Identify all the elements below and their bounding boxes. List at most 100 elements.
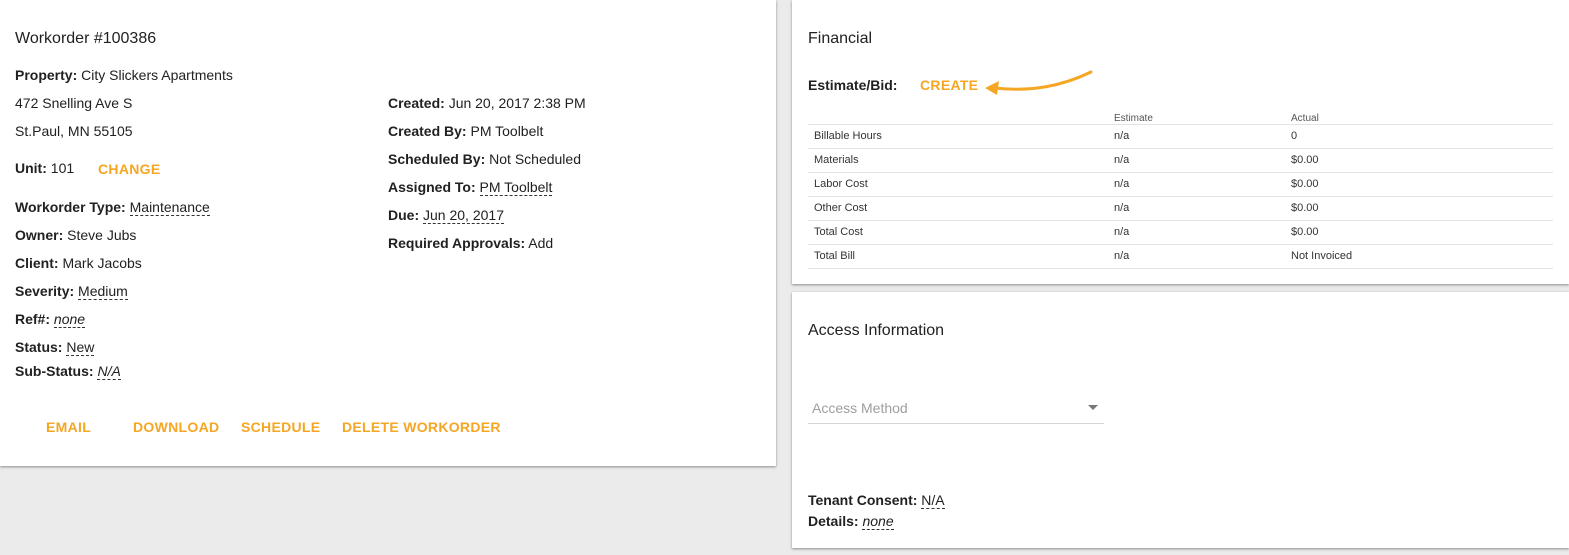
type-value[interactable]: Maintenance — [129, 199, 210, 216]
table-row: Billable Hours n/a 0 — [808, 124, 1553, 149]
access-card: Access Information Access Method Tenant … — [792, 292, 1569, 548]
row-actual: 0 — [1285, 124, 1553, 149]
access-method-select[interactable]: Access Method — [808, 392, 1104, 424]
row-estimate: n/a — [1108, 148, 1285, 173]
schedule-button[interactable]: SCHEDULE — [241, 419, 320, 435]
row-estimate: n/a — [1108, 196, 1285, 221]
create-estimate-button[interactable]: CREATE — [920, 77, 978, 93]
row-actual: Not Invoiced — [1285, 244, 1553, 269]
due-label: Due: — [388, 207, 420, 223]
row-estimate: n/a — [1108, 244, 1285, 269]
row-actual: $0.00 — [1285, 172, 1553, 197]
financial-card: Financial Estimate/Bid: CREATE Estimate … — [792, 0, 1569, 284]
client-value: Mark Jacobs — [62, 255, 142, 271]
table-header-estimate: Estimate — [1108, 109, 1285, 125]
scheduled-by-line: Scheduled By: Not Scheduled — [388, 151, 581, 167]
table-row: Total Bill n/a Not Invoiced — [808, 244, 1553, 269]
financial-table: Estimate Actual Billable Hours n/a 0 Mat… — [808, 109, 1553, 269]
created-label: Created: — [388, 95, 445, 111]
row-label: Labor Cost — [808, 172, 1108, 197]
approvals-add-link[interactable]: Add — [528, 235, 553, 251]
address-line2: St.Paul, MN 55105 — [15, 123, 133, 139]
delete-workorder-button[interactable]: DELETE WORKORDER — [342, 419, 501, 435]
unit-label: Unit: — [15, 160, 47, 176]
consent-label: Tenant Consent: — [808, 492, 918, 508]
type-line: Workorder Type: Maintenance — [15, 199, 210, 216]
address-line1: 472 Snelling Ave S — [15, 95, 133, 111]
client-label: Client: — [15, 255, 59, 271]
row-actual: $0.00 — [1285, 148, 1553, 173]
table-row: Labor Cost n/a $0.00 — [808, 172, 1553, 197]
scheduled-by-value: Not Scheduled — [489, 151, 581, 167]
scheduled-by-label: Scheduled By: — [388, 151, 486, 167]
table-header-blank — [808, 109, 1108, 125]
property-label: Property: — [15, 67, 78, 83]
created-value: Jun 20, 2017 2:38 PM — [448, 95, 586, 111]
unit-line: Unit: 101 — [15, 160, 74, 176]
arrow-annotation-icon — [985, 70, 1093, 95]
owner-label: Owner: — [15, 227, 64, 243]
type-label: Workorder Type: — [15, 199, 126, 215]
workorder-title: Workorder #100386 — [15, 30, 157, 47]
row-actual: $0.00 — [1285, 196, 1553, 221]
substatus-value[interactable]: N/A — [97, 363, 121, 380]
property-value: City Slickers Apartments — [81, 67, 233, 83]
estimate-label: Estimate/Bid: — [808, 77, 898, 93]
table-header-row: Estimate Actual — [808, 109, 1553, 125]
estimate-line: Estimate/Bid: — [808, 77, 897, 93]
substatus-line: Sub-Status: N/A — [15, 363, 121, 380]
ref-label: Ref#: — [15, 311, 51, 327]
ref-line: Ref#: none — [15, 311, 86, 328]
owner-line: Owner: Steve Jubs — [15, 227, 136, 243]
created-line: Created: Jun 20, 2017 2:38 PM — [388, 95, 586, 111]
row-label: Materials — [808, 148, 1108, 173]
status-line: Status: New — [15, 339, 95, 356]
property-line: Property: City Slickers Apartments — [15, 67, 233, 83]
details-label: Details: — [808, 513, 859, 529]
change-unit-button[interactable]: CHANGE — [98, 161, 160, 177]
owner-value: Steve Jubs — [67, 227, 137, 243]
row-estimate: n/a — [1108, 172, 1285, 197]
row-actual: $0.00 — [1285, 220, 1553, 245]
details-value[interactable]: none — [862, 513, 894, 530]
table-row: Total Cost n/a $0.00 — [808, 220, 1553, 245]
table-row: Other Cost n/a $0.00 — [808, 196, 1553, 221]
client-line: Client: Mark Jacobs — [15, 255, 142, 271]
details-line: Details: none — [808, 513, 894, 530]
approvals-label: Required Approvals: — [388, 235, 526, 251]
access-method-placeholder: Access Method — [812, 400, 908, 416]
caret-down-icon — [1088, 405, 1098, 410]
due-value[interactable]: Jun 20, 2017 — [423, 207, 504, 224]
row-label: Total Bill — [808, 244, 1108, 269]
created-by-label: Created By: — [388, 123, 467, 139]
table-row: Materials n/a $0.00 — [808, 148, 1553, 173]
row-estimate: n/a — [1108, 124, 1285, 149]
created-by-value: PM Toolbelt — [470, 123, 544, 139]
due-line: Due: Jun 20, 2017 — [388, 207, 504, 224]
access-title: Access Information — [808, 322, 945, 339]
row-label: Other Cost — [808, 196, 1108, 221]
assigned-to-label: Assigned To: — [388, 179, 476, 195]
consent-value[interactable]: N/A — [921, 492, 945, 509]
ref-value[interactable]: none — [53, 311, 86, 328]
substatus-label: Sub-Status: — [15, 363, 94, 379]
download-button[interactable]: DOWNLOAD — [133, 419, 219, 435]
financial-title: Financial — [808, 30, 873, 47]
consent-line: Tenant Consent: N/A — [808, 492, 945, 509]
email-button[interactable]: EMAIL — [46, 419, 91, 435]
status-label: Status: — [15, 339, 63, 355]
severity-value[interactable]: Medium — [78, 283, 128, 300]
approvals-line: Required Approvals: Add — [388, 235, 553, 251]
row-label: Total Cost — [808, 220, 1108, 245]
severity-line: Severity: Medium — [15, 283, 128, 300]
created-by-line: Created By: PM Toolbelt — [388, 123, 543, 139]
row-estimate: n/a — [1108, 220, 1285, 245]
assigned-to-line: Assigned To: PM Toolbelt — [388, 179, 553, 196]
severity-label: Severity: — [15, 283, 75, 299]
workorder-card: Workorder #100386 Property: City Slicker… — [0, 0, 776, 466]
unit-value: 101 — [50, 160, 75, 176]
table-header-actual: Actual — [1285, 109, 1553, 125]
status-value[interactable]: New — [66, 339, 95, 356]
assigned-to-value[interactable]: PM Toolbelt — [479, 179, 553, 196]
row-label: Billable Hours — [808, 124, 1108, 149]
